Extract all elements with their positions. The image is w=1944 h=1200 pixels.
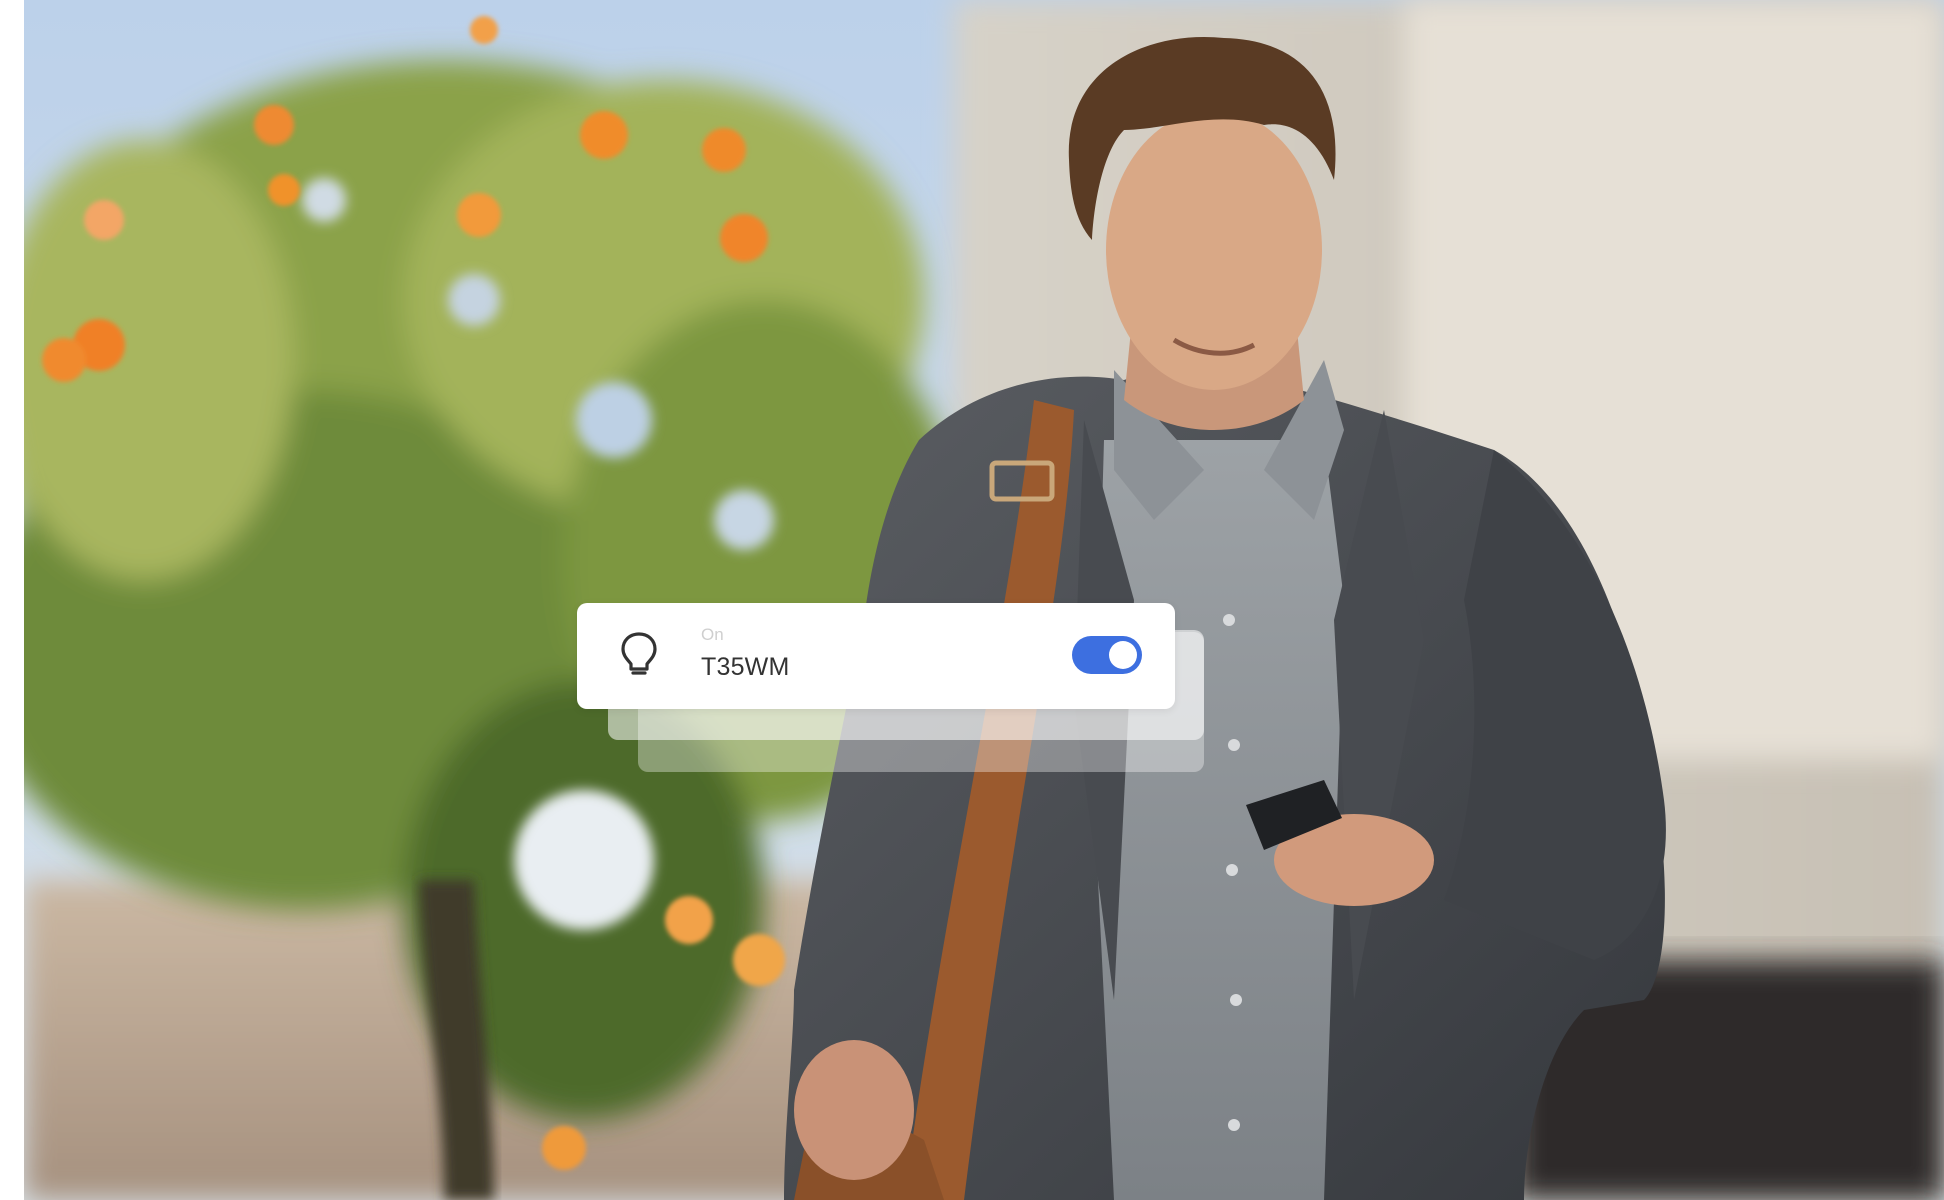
scene: On T35WM bbox=[0, 0, 1944, 1200]
lightbulb-icon bbox=[619, 631, 659, 677]
device-status-text: On bbox=[701, 625, 724, 644]
background-photo-illustration bbox=[24, 0, 1944, 1200]
device-name-text: T35WM bbox=[701, 653, 790, 681]
left-margin bbox=[0, 0, 24, 1200]
power-toggle-switch[interactable] bbox=[1072, 636, 1142, 674]
device-notification-card[interactable]: On T35WM bbox=[577, 603, 1175, 709]
background-photo bbox=[24, 0, 1944, 1200]
toggle-knob bbox=[1109, 641, 1137, 669]
